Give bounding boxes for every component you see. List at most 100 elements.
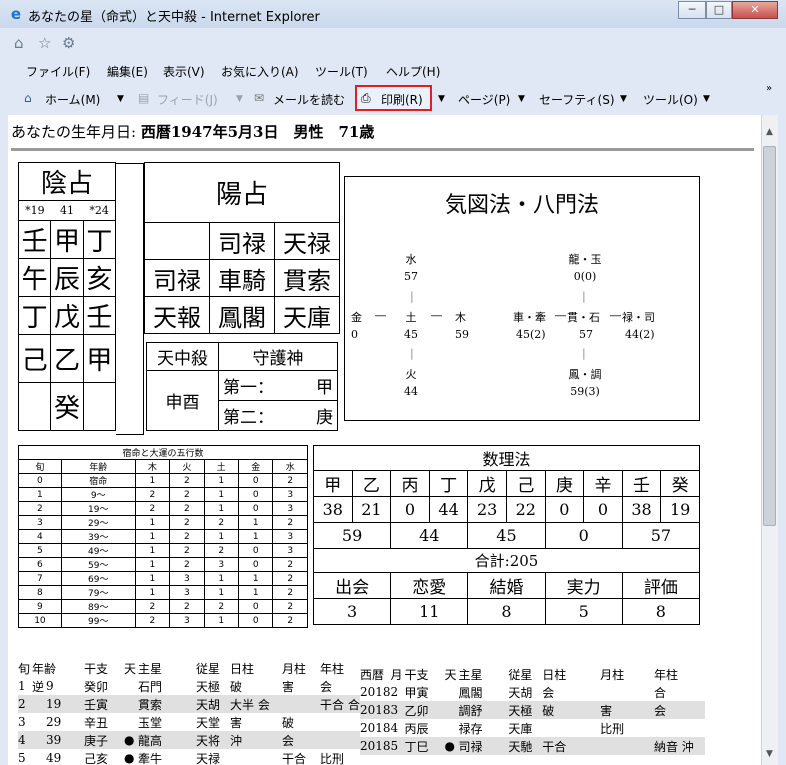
nenun-cell: 干合 <box>542 739 567 754</box>
gogyo-cell: 3 <box>272 543 308 558</box>
gogyo-cell: 2 <box>203 599 240 614</box>
list-item: 2018 5 丁巳 ● 司禄 天馳 干合 納音 沖 <box>360 737 705 755</box>
taiun-cell: 害 <box>282 679 295 694</box>
more-commands-icon[interactable]: » <box>766 83 772 94</box>
gogyo-cell: 39〜 <box>60 529 136 544</box>
suri-pair: 57 <box>621 522 701 549</box>
home-icon[interactable]: ⌂ <box>14 34 24 52</box>
suri-stem: 戊 <box>467 470 507 497</box>
nenun-header: 月 <box>390 667 403 682</box>
hachimon-east: 禄・司 <box>622 311 655 324</box>
nenun-cell: 4 <box>390 721 399 735</box>
read-mail-button[interactable]: メールを読む <box>273 91 345 108</box>
gogyo-cell: 2 <box>169 487 205 502</box>
close-button[interactable]: ✕ <box>732 1 778 19</box>
zokan-cell: 戊 <box>50 296 84 335</box>
nenun-cell <box>444 701 458 719</box>
menu-view[interactable]: 表示(V) <box>163 63 205 80</box>
suri-category-value: 5 <box>544 598 623 625</box>
minimize-button[interactable]: ─ <box>678 1 706 19</box>
taiun-cell: 牽牛 <box>138 751 163 765</box>
kizu-south-val: 44 <box>404 385 418 398</box>
suri-value: 22 <box>505 496 546 523</box>
gogyo-cell: 9 <box>18 599 62 614</box>
gear-icon[interactable]: ⚙ <box>62 34 75 52</box>
taiun-cell: 会 <box>320 679 333 694</box>
taiun-cell <box>124 677 138 695</box>
nenun-cell: 会 <box>542 685 555 700</box>
taiun-cell: 天堂 <box>196 715 221 730</box>
scrollbar-thumb[interactable] <box>763 146 776 526</box>
taiun-cell <box>282 695 320 713</box>
table-row: 8 79〜 1 3 1 1 2 <box>18 585 308 600</box>
suri-value: 0 <box>583 496 623 523</box>
hachimon-south: 鳳・調 <box>568 368 602 381</box>
taiun-cell: 干合 <box>282 751 307 765</box>
taiun-header: 従星 <box>196 661 221 676</box>
age: 71歳 <box>338 123 375 141</box>
suri-title: 数理法 <box>313 445 700 471</box>
nenun-cell: 2018 <box>360 685 391 699</box>
nenun-header: 西暦 <box>360 667 385 682</box>
menu-favorites[interactable]: お気に入り(A) <box>221 63 299 80</box>
nenun-cell: 2018 <box>360 721 391 735</box>
taiun-cell <box>320 713 360 731</box>
gogyo-cell: 3 <box>18 515 62 530</box>
chevron-down-icon[interactable]: ▼ <box>236 94 243 104</box>
scroll-up-icon[interactable]: ▲ <box>763 127 776 141</box>
gogyo-cell: 2 <box>169 529 205 544</box>
chevron-down-icon[interactable]: ▼ <box>518 94 525 104</box>
hachimon-west-val: 45(2) <box>516 328 546 341</box>
favorites-star-icon[interactable]: ☆ <box>38 34 51 52</box>
gogyo-header: 旬 <box>18 459 62 474</box>
connector: | <box>410 347 414 360</box>
nenun-cell: 破 <box>542 703 555 718</box>
taiun-cell: 破 <box>282 715 295 730</box>
suri-stem: 甲 <box>313 470 353 497</box>
star-cell: 貫索 <box>274 259 340 297</box>
menu-help[interactable]: ヘルプ(H) <box>386 63 440 80</box>
suri-category: 恋愛 <box>390 572 469 599</box>
page-content: あなたの生年月日: 西暦1947年5月3日 男性 71歳 陰占 *19 41 *24… <box>8 115 761 765</box>
taiun-cell: 石門 <box>138 679 163 694</box>
menu-edit[interactable]: 編集(E) <box>107 63 148 80</box>
star-cell: 天禄 <box>274 222 340 260</box>
taiun-header: 年齢 <box>32 661 57 676</box>
gogyo-header: 火 <box>169 459 205 474</box>
nenun-cell: ● <box>444 739 455 753</box>
maximize-button[interactable]: □ <box>706 1 732 19</box>
gogyo-cell: 宿命 <box>60 473 136 488</box>
gogyo-header: 金 <box>238 459 274 474</box>
zokan-cell: 己 <box>17 334 52 383</box>
nenun-cell: 2 <box>390 685 399 699</box>
chevron-down-icon[interactable]: ▼ <box>117 94 124 104</box>
taiun-cell: 玉堂 <box>138 715 163 730</box>
taiun-cell: 9 <box>46 679 54 693</box>
scroll-down-icon[interactable]: ▼ <box>763 749 776 763</box>
feeds-button[interactable]: フィード(J) <box>157 91 218 108</box>
chevron-down-icon[interactable]: ▼ <box>703 94 710 104</box>
gogyo-cell: 1 <box>203 529 240 544</box>
suri-category-value: 8 <box>467 598 546 625</box>
taiun-cell: 癸卯 <box>84 679 109 694</box>
tools-button[interactable]: ツール(O) <box>643 91 698 108</box>
nenun-cell: 2018 <box>360 739 391 753</box>
menu-file[interactable]: ファイル(F) <box>26 63 90 80</box>
list-item: 2018 3 乙卯 調舒 天極破 害 会 <box>360 701 705 719</box>
kizu-north: 水 <box>405 253 417 266</box>
table-row: 6 59〜 1 2 3 0 2 <box>18 557 308 572</box>
inyo-sub: *19 <box>17 200 51 221</box>
star-cell: 車騎 <box>209 259 275 297</box>
home-button[interactable]: ホーム(M) <box>45 91 100 108</box>
birth-date: 西暦1947年5月3日 <box>140 123 279 141</box>
chevron-down-icon[interactable]: ▼ <box>620 94 627 104</box>
table-row: 4 39〜 1 2 1 1 3 <box>18 529 308 544</box>
gogyo-table: 宿命と大運の五行数 旬年齢木火土金水 0 宿命 1 2 1 0 2 1 9〜 2 2 1 0 3 2 19〜 2… <box>18 445 308 628</box>
taiun-cell: ● <box>124 733 135 747</box>
safety-button[interactable]: セーフティ(S) <box>539 91 615 108</box>
menu-tools[interactable]: ツール(T) <box>315 63 368 80</box>
chevron-down-icon[interactable]: ▼ <box>438 94 445 104</box>
page-button[interactable]: ページ(P) <box>458 91 510 108</box>
suri-pair: 44 <box>390 522 469 549</box>
inyo-sub: *24 <box>83 200 117 221</box>
